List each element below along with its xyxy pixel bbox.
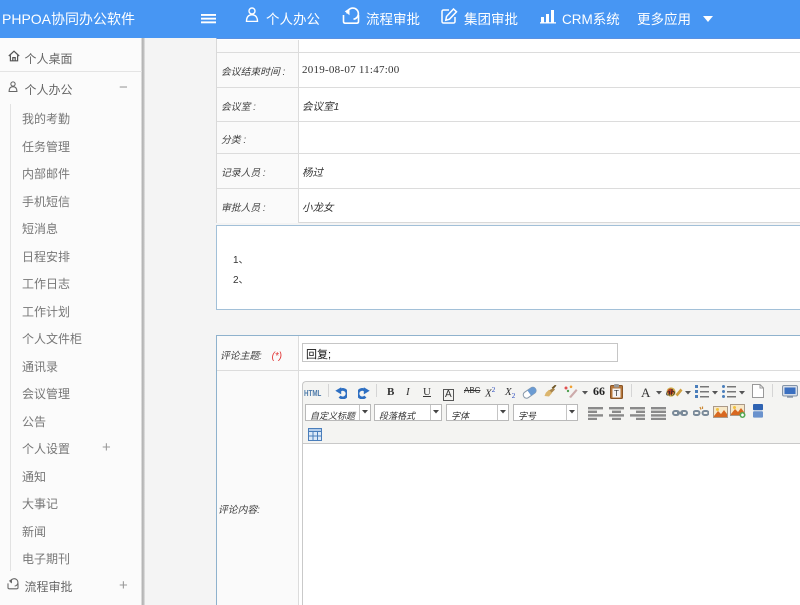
svg-text:T: T (614, 389, 619, 398)
svg-text:ab: ab (666, 388, 676, 398)
